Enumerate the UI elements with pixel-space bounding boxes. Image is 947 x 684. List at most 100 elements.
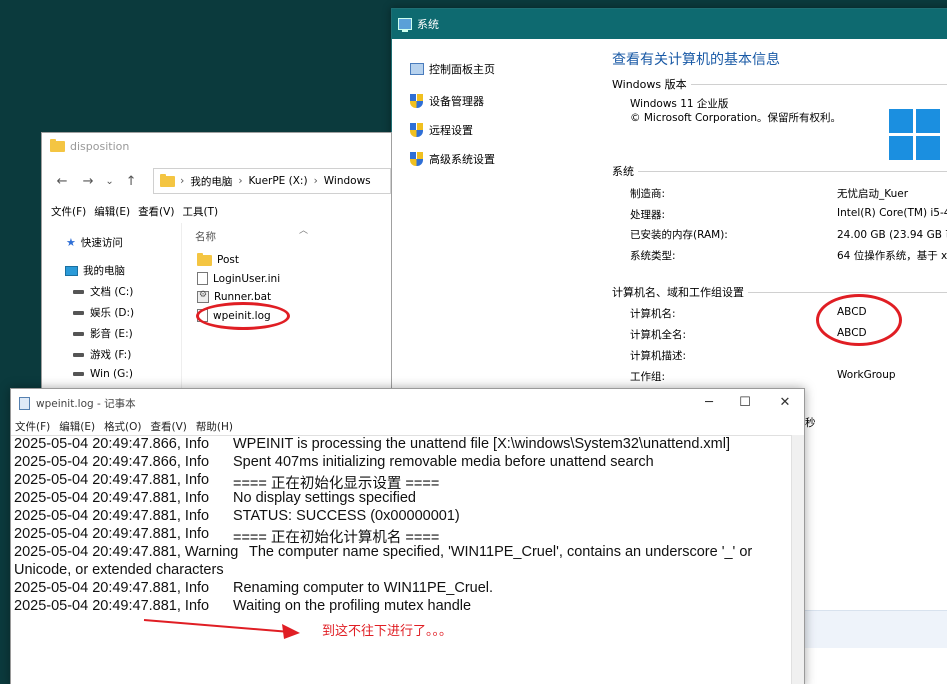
chevron-down-icon[interactable]: ⌄ xyxy=(104,176,115,187)
computer-description-label: 计算机描述: xyxy=(630,350,687,362)
notepad-window: wpeinit.log - 记事本 ─ ☐ ✕ 文件(F) 编辑(E) 格式(O… xyxy=(10,388,805,684)
menu-edit[interactable]: 编辑(E) xyxy=(59,419,95,434)
notepad-title: wpeinit.log - 记事本 xyxy=(36,397,136,410)
log-line-prefix: Unicode, or extended characters xyxy=(14,562,224,578)
sidebar-label: 游戏 (F:) xyxy=(90,349,132,361)
computer-name-value: ABCD xyxy=(837,306,867,318)
full-computer-name-label: 计算机全名: xyxy=(630,329,687,341)
breadcrumb-item[interactable]: KuerPE (X:) xyxy=(249,175,308,187)
sidebar-item-drive-c[interactable]: 文档 (C:) xyxy=(73,284,133,299)
log-line-prefix: 2025-05-04 20:49:47.881, Info xyxy=(14,472,210,488)
manufacturer-label: 制造商: xyxy=(630,188,666,200)
drive-icon xyxy=(73,289,84,294)
sidebar-item-this-pc[interactable]: 我的电脑 xyxy=(65,263,125,278)
forward-arrow-icon[interactable]: → xyxy=(78,174,98,189)
back-arrow-icon[interactable]: ← xyxy=(52,174,72,189)
file-name: wpeinit.log xyxy=(213,309,271,322)
system-sidebar: 控制面板主页 设备管理器 远程设置 高级系统设置 xyxy=(392,39,600,389)
maximize-icon[interactable]: ☐ xyxy=(735,395,755,410)
drive-icon xyxy=(73,372,84,376)
log-line-prefix: 2025-05-04 20:49:47.881, Info xyxy=(14,490,210,506)
file-item-post[interactable]: Post xyxy=(197,252,239,266)
sidebar-label: 文档 (C:) xyxy=(90,286,134,298)
windows-logo-icon xyxy=(889,109,941,161)
file-name: Post xyxy=(217,254,239,266)
menu-tools[interactable]: 工具(T) xyxy=(182,204,218,219)
ini-file-icon xyxy=(197,272,208,285)
file-item-wpeinit[interactable]: wpeinit.log xyxy=(197,309,271,322)
menu-file[interactable]: 文件(F) xyxy=(51,204,86,219)
menu-edit[interactable]: 编辑(E) xyxy=(94,204,130,219)
log-line-prefix: 2025-05-04 20:49:47.881, Info xyxy=(14,526,210,542)
sidebar-label: 我的电脑 xyxy=(83,265,125,277)
page-title: 查看有关计算机的基本信息 xyxy=(612,52,780,68)
drive-icon xyxy=(73,310,84,315)
system-type-label: 系统类型: xyxy=(630,250,676,262)
remote-settings-link[interactable]: 远程设置 xyxy=(410,122,473,138)
address-bar[interactable]: › 我的电脑 › KuerPE (X:) › Windows xyxy=(153,168,391,194)
shield-icon xyxy=(410,94,423,108)
log-line-prefix: 2025-05-04 20:49:47.881, Warning xyxy=(14,544,239,560)
log-line-message: No display settings specified xyxy=(233,490,416,506)
menu-format[interactable]: 格式(O) xyxy=(104,419,141,434)
notepad-titlebar[interactable]: wpeinit.log - 记事本 ─ ☐ ✕ xyxy=(11,389,804,417)
menu-view[interactable]: 查看(V) xyxy=(151,419,187,434)
drive-icon xyxy=(73,352,84,357)
minimize-icon[interactable]: ─ xyxy=(699,395,719,410)
sidebar-label: 娱乐 (D:) xyxy=(90,307,135,319)
file-item-loginuser[interactable]: LoginUser.ini xyxy=(197,272,280,285)
folder-icon xyxy=(197,252,212,266)
control-panel-home-link[interactable]: 控制面板主页 xyxy=(410,61,495,77)
folder-icon xyxy=(50,139,65,152)
system-title: 系统 xyxy=(417,18,439,31)
menu-file[interactable]: 文件(F) xyxy=(15,419,50,434)
full-computer-name-value: ABCD xyxy=(837,327,867,339)
section-label: 系统 xyxy=(612,165,634,178)
breadcrumb-separator: › xyxy=(238,175,243,187)
vertical-scrollbar[interactable] xyxy=(791,435,804,684)
workgroup-label: 工作组: xyxy=(630,371,666,383)
star-icon: ★ xyxy=(66,236,76,249)
column-header-name[interactable]: 名称 xyxy=(195,229,216,244)
system-titlebar[interactable]: 系统 xyxy=(392,9,947,39)
explorer-titlebar[interactable]: disposition xyxy=(42,133,391,160)
close-icon[interactable]: ✕ xyxy=(775,395,795,410)
breadcrumb-item[interactable]: 我的电脑 xyxy=(190,174,232,189)
advanced-system-settings-link[interactable]: 高级系统设置 xyxy=(410,151,495,167)
processor-label: 处理器: xyxy=(630,209,666,221)
batch-file-icon xyxy=(197,290,209,303)
explorer-title: disposition xyxy=(70,140,130,153)
log-line-prefix: 2025-05-04 20:49:47.881, Info xyxy=(14,508,210,524)
sidebar-item-quick-access[interactable]: ★ 快速访问 xyxy=(66,235,123,250)
file-item-runner[interactable]: Runner.bat xyxy=(197,290,271,303)
sidebar-item-drive-f[interactable]: 游戏 (F:) xyxy=(73,347,131,362)
control-panel-icon xyxy=(410,63,424,75)
breadcrumb-item[interactable]: Windows xyxy=(324,175,371,187)
sidebar-item-drive-d[interactable]: 娱乐 (D:) xyxy=(73,305,134,320)
notepad-text-area[interactable]: 2025-05-04 20:49:47.866, Info WPEINIT is… xyxy=(11,435,793,684)
sidebar-item-drive-e[interactable]: 影音 (E:) xyxy=(73,326,133,341)
copyright-text: © Microsoft Corporation。保留所有权利。 xyxy=(630,112,841,124)
sidebar-label: 影音 (E:) xyxy=(90,328,133,340)
log-file-icon xyxy=(197,309,208,322)
computer-icon xyxy=(65,265,78,276)
device-manager-link[interactable]: 设备管理器 xyxy=(410,93,484,109)
monitor-icon xyxy=(398,18,412,32)
log-line-prefix: 2025-05-04 20:49:47.881, Info xyxy=(14,580,210,596)
menu-help[interactable]: 帮助(H) xyxy=(196,419,233,434)
edition-section-header: Windows 版本 xyxy=(612,76,947,92)
link-label: 远程设置 xyxy=(429,124,473,137)
notepad-icon xyxy=(19,396,30,410)
link-label: 高级系统设置 xyxy=(429,153,495,166)
edition-name: Windows 11 企业版 xyxy=(630,98,729,110)
system-lower-panel xyxy=(805,530,947,680)
menu-view[interactable]: 查看(V) xyxy=(138,204,174,219)
ram-label: 已安装的内存(RAM): xyxy=(630,229,728,241)
manufacturer-value: 无忧启动_Kuer xyxy=(837,188,909,200)
link-label: 控制面板主页 xyxy=(429,63,495,76)
folder-icon xyxy=(160,173,176,187)
file-name: LoginUser.ini xyxy=(213,272,281,285)
shield-icon xyxy=(410,152,423,166)
sidebar-item-drive-g[interactable]: Win (G:) xyxy=(73,368,133,380)
up-arrow-icon[interactable]: ↑ xyxy=(121,174,141,189)
